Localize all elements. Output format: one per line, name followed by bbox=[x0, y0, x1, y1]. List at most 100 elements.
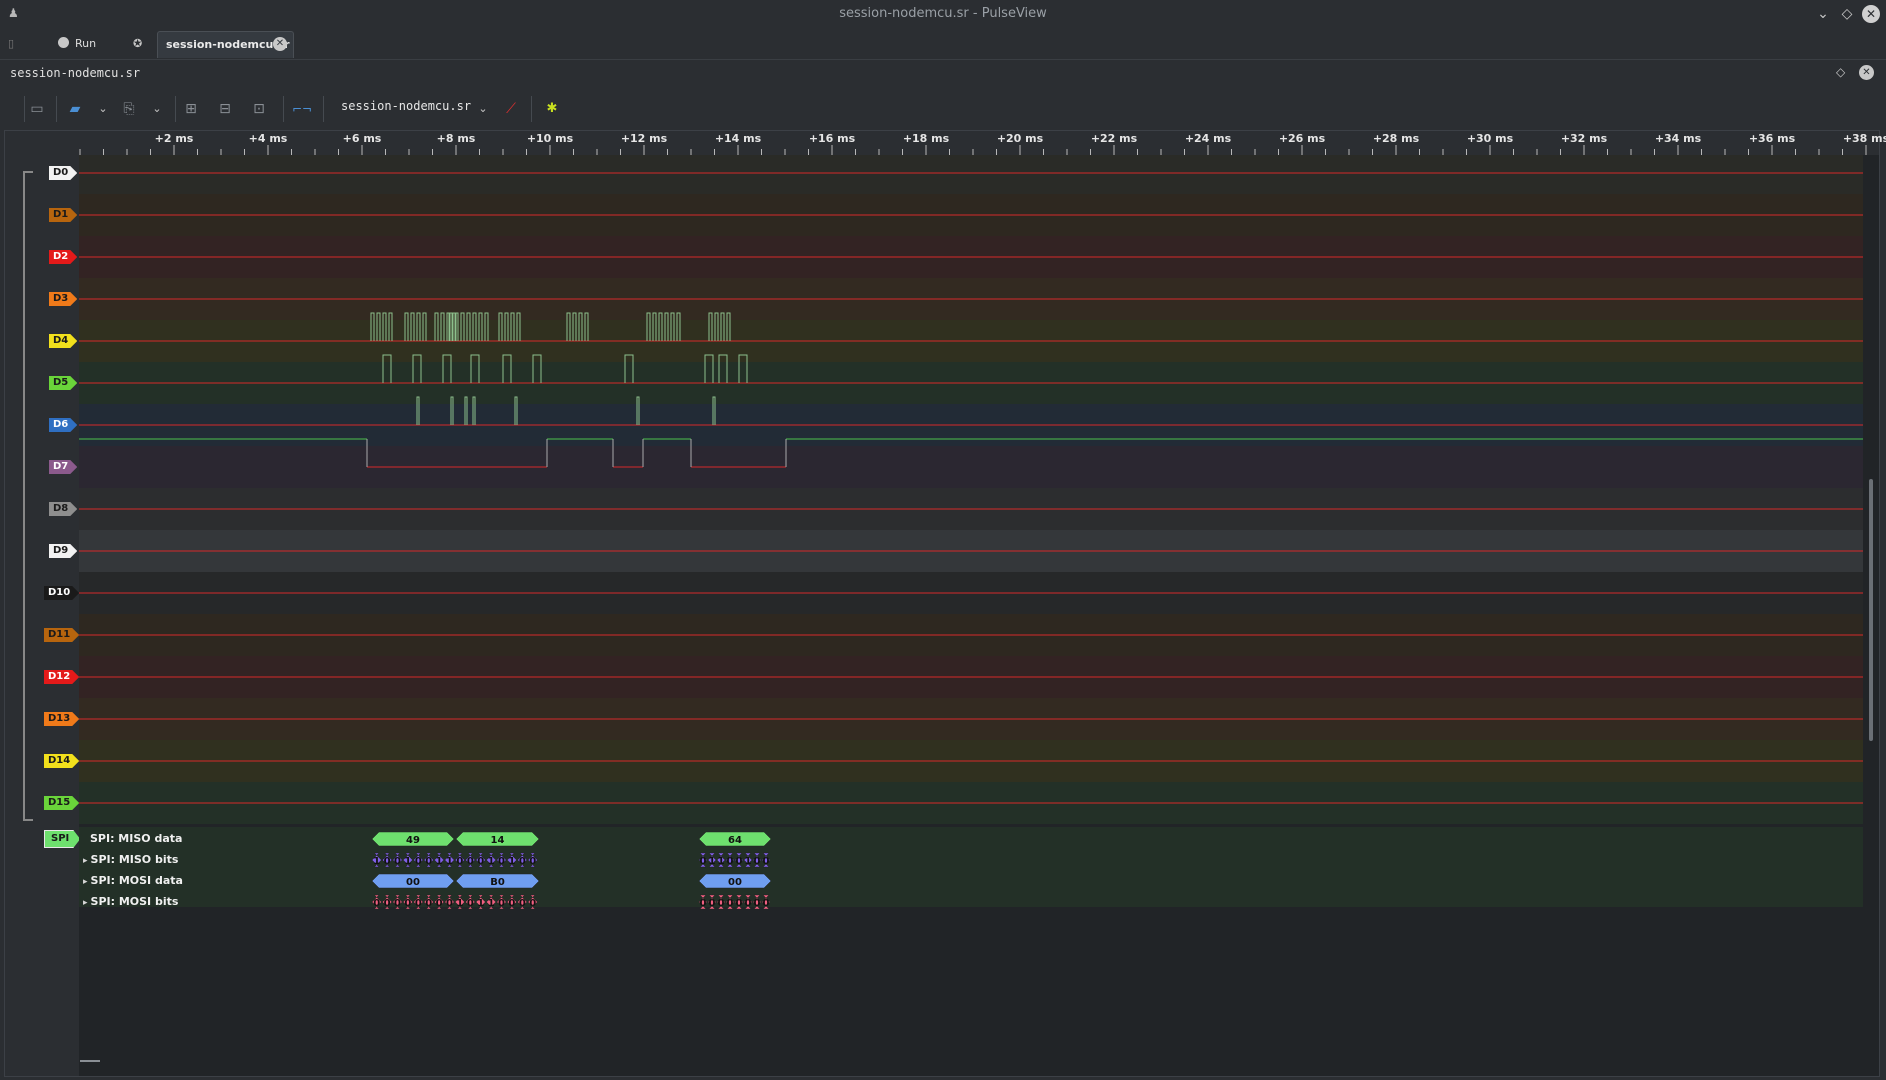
expander-icon[interactable]: ▸ bbox=[83, 898, 88, 908]
decoder-annotation-label: 1 bbox=[745, 856, 752, 867]
decoder-annotation-label: 0 bbox=[415, 856, 422, 867]
decoder-band bbox=[79, 827, 1863, 907]
channel-badge-d12[interactable]: D12 bbox=[44, 670, 79, 684]
decoder-row-label: SPI: MOSI data bbox=[90, 874, 183, 887]
time-ruler[interactable]: +2 ms +4 ms +6 ms +8 ms +10 ms +12 ms +14 ms +1… bbox=[5, 131, 1886, 155]
channel-band bbox=[79, 446, 1863, 488]
zoom-out-icon[interactable]: ⊟ bbox=[214, 99, 236, 119]
decoder-row-3[interactable]: ▸ SPI: MOSI bits bbox=[83, 895, 178, 908]
trace-view[interactable]: +2 ms +4 ms +6 ms +8 ms +10 ms +12 ms +14 ms +1… bbox=[4, 130, 1886, 1077]
decoder-annotation-label: 1 bbox=[446, 856, 453, 867]
maximize-icon[interactable]: ◇ bbox=[1838, 5, 1856, 23]
open-dropdown-icon[interactable]: ⌄ bbox=[96, 99, 110, 119]
decoder-annotation-label: 0 bbox=[467, 856, 474, 867]
decoder-annotation-label: 1 bbox=[456, 898, 463, 909]
run-button[interactable]: Run bbox=[58, 34, 96, 54]
ruler-tick-label: +4 ms bbox=[248, 132, 288, 145]
decoder-annotation-label: 1 bbox=[488, 856, 495, 867]
close-session-icon[interactable]: ✕ bbox=[1859, 65, 1874, 80]
channel-badge-d0[interactable]: D0 bbox=[49, 166, 77, 180]
decoder-annotation-label: 0 bbox=[519, 856, 526, 867]
device-selector[interactable]: session-nodemcu.sr bbox=[341, 99, 471, 113]
ruler-tick-label: +12 ms bbox=[620, 132, 668, 145]
decoder-annotation-label: 14 bbox=[491, 835, 505, 846]
channel-badge-d9[interactable]: D9 bbox=[49, 544, 77, 558]
traces-area[interactable]: 49 14 64 1 0 0 1 0 0 1 1 0 0 0 1 0 1 0 0 0 1 1 0 0 1 0 0 00 B0 00 0 0 0 0… bbox=[79, 155, 1863, 1076]
add-decoder-icon[interactable]: ✱ bbox=[541, 99, 563, 119]
run-icon bbox=[58, 37, 69, 48]
vertical-scrollbar[interactable] bbox=[1869, 479, 1873, 741]
close-window-icon[interactable]: ✕ bbox=[1862, 5, 1880, 23]
decoder-annotation-label: 0 bbox=[700, 856, 707, 867]
decoder-row-label: SPI: MISO bits bbox=[90, 853, 179, 866]
zoom-fit-icon[interactable]: ⊡ bbox=[248, 99, 270, 119]
settings-icon[interactable]: ✪ bbox=[133, 34, 142, 54]
decoder-annotation-label: 0 bbox=[373, 898, 380, 909]
decoder-row-2[interactable]: ▸ SPI: MOSI data bbox=[83, 874, 183, 887]
ruler-tick-label: +26 ms bbox=[1278, 132, 1326, 145]
decoder-annotation-label: 0 bbox=[467, 898, 474, 909]
new-session-icon[interactable]: ▯ bbox=[8, 34, 14, 54]
channel-badge-d11[interactable]: D11 bbox=[44, 628, 79, 642]
session-bar: session-nodemcu.sr ◇ ✕ bbox=[0, 62, 1886, 84]
device-dropdown-icon[interactable]: ⌄ bbox=[476, 99, 490, 119]
decoder-annotation-label: 0 bbox=[498, 856, 505, 867]
decoder-annotation-label: 0 bbox=[754, 898, 761, 909]
decoder-row-0[interactable]: SPI: MISO data bbox=[90, 832, 182, 845]
new-view-icon[interactable]: ▭ bbox=[26, 99, 48, 119]
cursor-icon[interactable]: ⌐¬ bbox=[290, 99, 314, 119]
decoder-annotation-label: 0 bbox=[425, 898, 432, 909]
open-file-icon[interactable]: ▰ bbox=[64, 99, 86, 119]
decoder-annotation-label: 49 bbox=[406, 835, 420, 846]
title-bar: ♟ session-nodemcu.sr - PulseView ⌄ ◇ ✕ bbox=[0, 0, 1886, 29]
close-tab-icon[interactable]: ✕ bbox=[273, 37, 287, 51]
decoder-annotation-label: 0 bbox=[529, 898, 536, 909]
minimize-icon[interactable]: ⌄ bbox=[1814, 5, 1832, 23]
ruler-tick-label: +6 ms bbox=[342, 132, 382, 145]
decoder-annotation-label: 0 bbox=[709, 898, 716, 909]
channel-badge-d6[interactable]: D6 bbox=[49, 418, 77, 432]
channel-badge-d10[interactable]: D10 bbox=[44, 586, 79, 600]
channel-badge-d7[interactable]: D7 bbox=[49, 460, 77, 474]
expander-icon[interactable]: ▸ bbox=[83, 856, 88, 866]
save-dropdown-icon[interactable]: ⌄ bbox=[150, 99, 164, 119]
channel-badge-d8[interactable]: D8 bbox=[49, 502, 77, 516]
splitter-handle[interactable] bbox=[80, 1060, 100, 1062]
decoder-row-1[interactable]: ▸ SPI: MISO bits bbox=[83, 853, 178, 866]
channel-badge-d15[interactable]: D15 bbox=[44, 796, 79, 810]
channel-badge-d2[interactable]: D2 bbox=[49, 250, 77, 264]
channel-badge-d5[interactable]: D5 bbox=[49, 376, 77, 390]
channel-badge-d1[interactable]: D1 bbox=[49, 208, 77, 222]
decoder-annotation-label: 0 bbox=[736, 856, 743, 867]
decoder-annotation-label: 1 bbox=[436, 856, 443, 867]
decoder-annotation-label: 64 bbox=[728, 835, 742, 846]
float-icon[interactable]: ◇ bbox=[1836, 65, 1845, 79]
expander-icon[interactable]: ▸ bbox=[83, 877, 88, 887]
channel-badge-d3[interactable]: D3 bbox=[49, 292, 77, 306]
decoder-annotation-label: 0 bbox=[456, 856, 463, 867]
decoder-annotation-label: 0 bbox=[394, 856, 401, 867]
ruler-tick-label: +18 ms bbox=[902, 132, 950, 145]
decoder-annotation-label: 0 bbox=[718, 898, 725, 909]
channel-band bbox=[79, 155, 1863, 194]
decoder-annotation-label: 0 bbox=[727, 856, 734, 867]
decoder-row-label: SPI: MOSI bits bbox=[90, 895, 179, 908]
zoom-in-icon[interactable]: ⊞ bbox=[180, 99, 202, 119]
group-bracket bbox=[23, 171, 33, 821]
decoder-annotation-label: 0 bbox=[404, 898, 411, 909]
decoder-annotation-label: 0 bbox=[508, 898, 515, 909]
tab-session[interactable]: session-nodemcu.sr ✕ bbox=[157, 31, 294, 58]
channel-badge-d13[interactable]: D13 bbox=[44, 712, 79, 726]
decoder-annotation-label: 1 bbox=[477, 898, 484, 909]
decoder-annotation-label: 0 bbox=[384, 856, 391, 867]
ruler-tick-label: +16 ms bbox=[808, 132, 856, 145]
decoder-badge-spi[interactable]: SPI bbox=[44, 830, 80, 848]
decoder-annotation-label: 1 bbox=[404, 856, 411, 867]
channel-badge-d4[interactable]: D4 bbox=[49, 334, 77, 348]
channel-badge-d14[interactable]: D14 bbox=[44, 754, 79, 768]
save-icon[interactable]: ⎘ bbox=[118, 99, 140, 119]
decoder-annotation-label: 0 bbox=[519, 898, 526, 909]
tab-label: session-nodemcu.sr bbox=[166, 38, 290, 51]
configure-device-icon[interactable]: ⟋ bbox=[500, 99, 522, 119]
decoder-annotation-label: B0 bbox=[490, 877, 505, 888]
